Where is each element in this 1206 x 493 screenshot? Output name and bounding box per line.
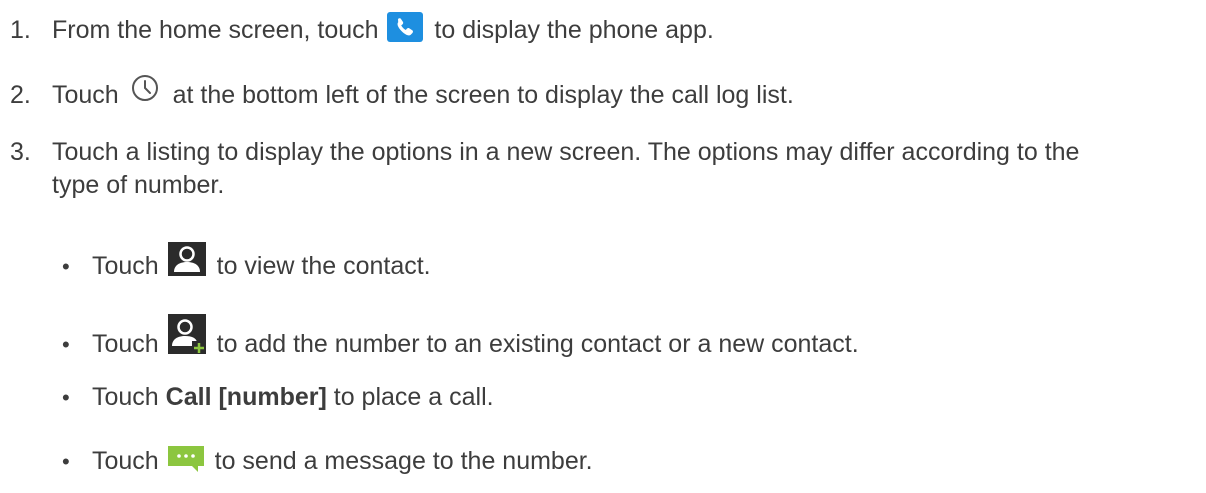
bullet-send-message: • Touch to send a message to the number. — [62, 445, 1192, 478]
bullet-add-contact: • Touch to add the number to an existing … — [62, 314, 1192, 361]
step-1: 1. From the home screen, touch to display… — [10, 12, 1200, 47]
add-contact-icon — [167, 314, 206, 354]
bullet-text-before: Touch — [92, 330, 166, 358]
call-number-label: Call [number] — [165, 383, 327, 411]
step-2: 2. Touch at the bottom left of the screen… — [10, 73, 1200, 112]
bullet-dot: • — [62, 385, 70, 410]
bullet-dot: • — [62, 254, 70, 279]
bullet-call-number: • Touch Call [number] to place a call. — [62, 381, 1192, 414]
bullet-text-after: to add the number to an existing contact… — [209, 330, 859, 358]
bullet-dot: • — [62, 332, 70, 357]
step-3-continuation: type of number. — [52, 171, 225, 199]
step-number: 3. — [10, 138, 31, 166]
step-3: 3. Touch a listing to display the options… — [10, 136, 1200, 169]
bullet-text-after: to place a call. — [333, 383, 494, 411]
step-text-after: at the bottom left of the screen to disp… — [165, 81, 794, 109]
bullet-text-after: to view the contact. — [209, 252, 431, 280]
phone-app-icon — [387, 12, 424, 42]
bullet-text-before: Touch — [92, 383, 166, 411]
step-text-before: Touch — [52, 81, 126, 109]
bullet-view-contact: • Touch to view the contact. — [62, 242, 1192, 283]
bullet-text-after: to send a message to the number. — [207, 447, 593, 475]
step-text-before: From the home screen, touch — [52, 16, 386, 44]
step-number: 1. — [10, 16, 31, 44]
step-number: 2. — [10, 81, 31, 109]
step-text-line1: Touch a listing to display the options i… — [52, 138, 1080, 166]
bullet-dot: • — [62, 449, 70, 474]
message-icon — [167, 446, 204, 472]
step-text-after: to display the phone app. — [427, 16, 714, 44]
bullet-text-before: Touch — [92, 447, 166, 475]
call-log-clock-icon — [128, 73, 162, 105]
view-contact-icon — [167, 242, 206, 276]
bullet-text-before: Touch — [92, 252, 166, 280]
